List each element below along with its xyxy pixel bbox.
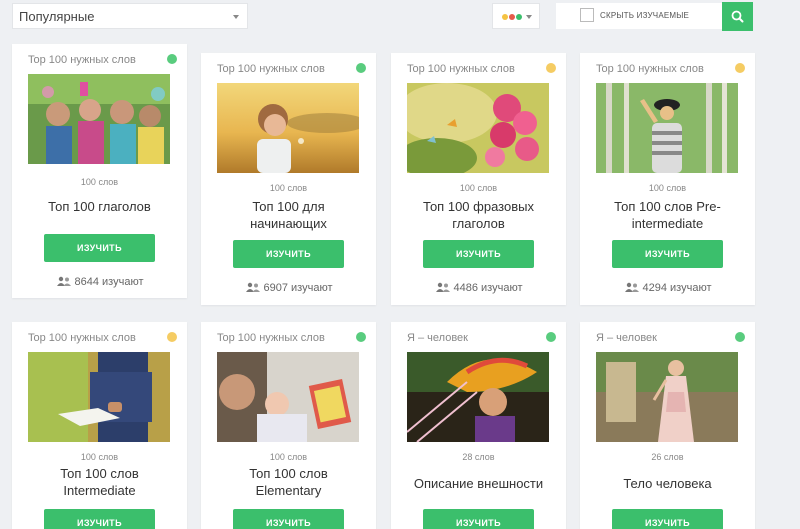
card-category: Top 100 нужных слов <box>596 63 704 75</box>
course-title-line: начинающих <box>250 216 327 231</box>
search-icon <box>731 10 744 23</box>
word-count: 28 слов <box>462 452 495 462</box>
course-image[interactable] <box>28 74 170 164</box>
course-title-line: Топ 100 слов <box>60 466 139 481</box>
status-dot <box>167 54 177 64</box>
course-card[interactable]: Top 100 нужных слов 100 слов Топ 100 фра… <box>391 53 566 305</box>
course-title-line: Elementary <box>255 483 322 498</box>
card-category: Top 100 нужных слов <box>28 54 136 66</box>
level-filter-select[interactable] <box>492 3 540 29</box>
status-dot <box>356 332 366 342</box>
course-card[interactable]: Я – человек 28 слов Описание внешности И… <box>391 322 566 529</box>
level-dots-icon <box>502 14 522 20</box>
learn-button[interactable]: ИЗУЧИТЬ <box>612 240 723 268</box>
status-dot <box>167 332 177 342</box>
course-title[interactable]: Описание внешности <box>397 475 560 492</box>
hide-learned-label: СКРЫТЬ ИЗУЧАЕМЫЕ <box>600 11 690 20</box>
course-card[interactable]: Top 100 нужных слов 100 слов Топ 100 сло… <box>12 322 187 529</box>
learners-count: 4294 изучают <box>580 282 755 294</box>
users-icon <box>56 276 71 286</box>
course-title[interactable]: Топ 100 фразовых глаголов <box>397 198 560 232</box>
course-title-line: Топ 100 слов Pre- <box>614 199 721 214</box>
course-card[interactable]: Top 100 нужных слов 100 слов Топ 100 сло… <box>201 322 376 529</box>
learn-button[interactable]: ИЗУЧИТЬ <box>612 509 723 529</box>
word-count: 100 слов <box>80 452 119 462</box>
users-icon <box>435 282 450 292</box>
course-card[interactable]: Top 100 нужных слов 100 слов Топ 100 для… <box>201 53 376 305</box>
search-button[interactable] <box>722 2 753 31</box>
learners-text: 6907 изучают <box>263 282 333 294</box>
course-title-line: Топ 100 глаголов <box>48 199 151 214</box>
learners-count: 4486 изучают <box>391 282 566 294</box>
word-count: 100 слов <box>80 177 119 187</box>
level-dot-yellow <box>502 14 508 20</box>
learners-text: 8644 изучают <box>74 276 144 288</box>
course-title[interactable]: Топ 100 слов Intermediate <box>18 465 181 499</box>
course-image[interactable] <box>28 352 170 442</box>
word-count: 100 слов <box>269 452 308 462</box>
status-dot <box>546 332 556 342</box>
course-title-line: Топ 100 слов <box>249 466 328 481</box>
hide-learned-checkbox[interactable] <box>580 8 594 22</box>
learners-text: 4294 изучают <box>642 282 712 294</box>
users-icon <box>624 282 639 292</box>
learners-text: 4486 изучают <box>453 282 523 294</box>
course-image[interactable] <box>217 83 359 173</box>
course-title-line: Тело человека <box>623 476 712 491</box>
status-dot <box>735 332 745 342</box>
course-image[interactable] <box>596 352 738 442</box>
users-icon <box>245 282 260 292</box>
learn-button[interactable]: ИЗУЧИТЬ <box>423 509 534 529</box>
word-count: 100 слов <box>459 183 498 193</box>
filter-toolbar: Популярные СКРЫТЬ ИЗУЧАЕМЫЕ <box>0 0 800 34</box>
learn-button[interactable]: ИЗУЧИТЬ <box>44 509 155 529</box>
course-card[interactable]: Top 100 нужных слов 100 слов Топ 100 сло… <box>580 53 755 305</box>
word-count: 100 слов <box>269 183 308 193</box>
learn-button[interactable]: ИЗУЧИТЬ <box>233 509 344 529</box>
status-dot <box>546 63 556 73</box>
chevron-down-icon <box>526 15 532 19</box>
card-category: Top 100 нужных слов <box>217 332 325 344</box>
word-count: 26 слов <box>651 452 684 462</box>
word-count: 100 слов <box>648 183 687 193</box>
card-category: Я – человек <box>407 332 468 344</box>
learn-button[interactable]: ИЗУЧИТЬ <box>44 234 155 262</box>
card-category: Top 100 нужных слов <box>28 332 136 344</box>
hide-learned-toggle[interactable]: СКРЫТЬ ИЗУЧАЕМЫЕ <box>556 3 722 29</box>
card-category: Я – человек <box>596 332 657 344</box>
level-dot-green <box>516 14 522 20</box>
course-title-line: Описание внешности <box>413 476 544 491</box>
course-card[interactable]: Я – человек 26 слов Тело человека ИЗУЧИТ… <box>580 322 755 529</box>
learners-count: 6907 изучают <box>201 282 376 294</box>
course-card[interactable]: Top 100 нужных слов 100 слов Топ 100 гла… <box>12 44 187 298</box>
course-image[interactable] <box>217 352 359 442</box>
course-title-line: Топ 100 фразовых <box>423 199 534 214</box>
course-title[interactable]: Топ 100 глаголов <box>18 198 181 215</box>
learn-button[interactable]: ИЗУЧИТЬ <box>233 240 344 268</box>
course-title-line: Intermediate <box>63 483 136 498</box>
course-title[interactable]: Топ 100 слов Pre- intermediate <box>586 198 749 232</box>
course-image[interactable] <box>407 83 549 173</box>
sort-select[interactable]: Популярные <box>12 3 248 29</box>
course-title[interactable]: Топ 100 слов Elementary <box>207 465 370 499</box>
learners-count: 8644 изучают <box>12 276 187 288</box>
course-image[interactable] <box>596 83 738 173</box>
course-title-line: Топ 100 для <box>252 199 325 214</box>
course-title-line: глаголов <box>452 216 505 231</box>
learn-button[interactable]: ИЗУЧИТЬ <box>423 240 534 268</box>
course-image[interactable] <box>407 352 549 442</box>
course-title[interactable]: Тело человека <box>586 475 749 492</box>
card-category: Top 100 нужных слов <box>407 63 515 75</box>
course-title[interactable]: Топ 100 для начинающих <box>207 198 370 232</box>
card-category: Top 100 нужных слов <box>217 63 325 75</box>
status-dot <box>356 63 366 73</box>
sort-select-value: Популярные <box>19 9 95 24</box>
level-dot-red <box>509 14 515 20</box>
chevron-down-icon <box>233 15 239 19</box>
status-dot <box>735 63 745 73</box>
course-title-line: intermediate <box>631 216 704 231</box>
